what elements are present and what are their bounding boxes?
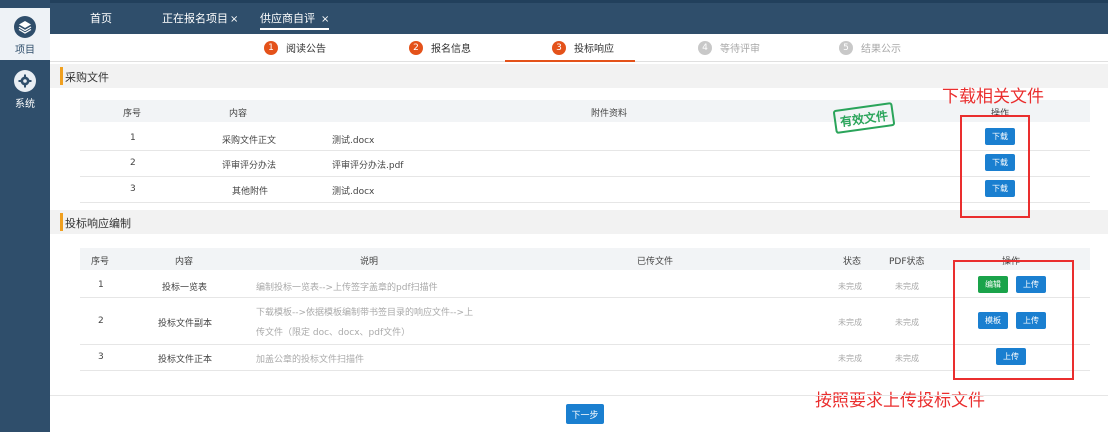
close-icon[interactable]: × (321, 14, 329, 25)
section-accent-bar (60, 67, 63, 85)
cell-desc: 传文件（限定 doc、docx、pdf文件） (256, 328, 411, 338)
col-header-uploaded: 已传文件 (637, 257, 674, 267)
step-2[interactable]: 2 报名信息 (409, 40, 471, 55)
step-label: 等待评审 (720, 44, 760, 55)
col-header-attachment: 附件资料 (591, 109, 628, 119)
col-header-content: 内容 (229, 109, 248, 119)
step-number: 1 (264, 40, 278, 55)
status-badge: 未完成 (838, 282, 862, 291)
row-divider (80, 176, 1090, 177)
status-badge: 未完成 (838, 318, 862, 327)
step-4: 4 等待评审 (698, 40, 760, 55)
cell-no: 2 (130, 158, 136, 168)
pdf-status-badge: 未完成 (895, 354, 919, 363)
section-title: 采购文件 (65, 71, 109, 84)
step-label: 报名信息 (431, 44, 471, 55)
row-divider (80, 344, 1090, 345)
tab-registering-projects[interactable]: 正在报名项目 × (162, 10, 238, 26)
cell-desc: 加盖公章的投标文件扫描件 (256, 355, 365, 365)
step-1[interactable]: 1 阅读公告 (264, 40, 326, 55)
row-divider (80, 150, 1090, 151)
gear-icon (14, 70, 36, 92)
step-label: 阅读公告 (286, 44, 326, 55)
cell-no: 3 (98, 352, 104, 362)
cell-content: 投标文件正本 (158, 355, 213, 365)
cell-desc: 下载模板-->依据模板编制带书签目录的响应文件-->上 (256, 308, 474, 318)
sidebar-item-label: 项目 (15, 45, 35, 56)
col-header-status: 状态 (843, 257, 862, 267)
row-divider (80, 370, 1090, 371)
top-tab-bar: 首页 正在报名项目 × 供应商自评 × (50, 0, 1108, 34)
download-annotation: 下载相关文件 (942, 87, 1044, 107)
section-accent-bar (60, 213, 63, 231)
col-header-pdf-status: PDF状态 (889, 257, 925, 267)
cell-content: 投标一览表 (162, 283, 208, 293)
cell-desc: 编制投标一览表-->上传签字盖章的pdf扫描件 (256, 283, 438, 293)
sidebar-item-label: 系统 (15, 99, 35, 110)
col-header-no: 序号 (123, 109, 142, 119)
cell-content: 其他附件 (232, 187, 269, 197)
col-header-no: 序号 (91, 257, 110, 267)
step-number: 2 (409, 40, 423, 55)
cell-content: 评审评分办法 (222, 161, 277, 171)
step-3[interactable]: 3 投标响应 (552, 40, 614, 55)
download-highlight-box (960, 115, 1030, 218)
close-icon[interactable]: × (230, 14, 238, 25)
cell-no: 1 (98, 280, 104, 290)
left-sidebar: 项目 系统 (0, 0, 50, 432)
cell-content: 投标文件副本 (158, 319, 213, 329)
step-number: 5 (839, 40, 853, 55)
step-number: 3 (552, 40, 566, 55)
tab-label: 供应商自评 (260, 12, 315, 25)
section-title: 投标响应编制 (65, 217, 131, 230)
pdf-status-badge: 未完成 (895, 282, 919, 291)
next-step-button[interactable]: 下一步 (566, 404, 604, 424)
progress-steps: 1 阅读公告 2 报名信息 3 投标响应 4 等待评审 5 结果公示 (50, 34, 1108, 62)
col-header-desc: 说明 (360, 257, 379, 267)
footer-divider (50, 395, 1108, 396)
tab-supplier-self-eval[interactable]: 供应商自评 × (260, 10, 330, 30)
upload-highlight-box (953, 260, 1074, 380)
step-5: 5 结果公示 (839, 40, 901, 55)
row-divider (80, 202, 1090, 203)
upload-annotation: 按照要求上传投标文件 (815, 391, 985, 411)
row-divider (80, 297, 1090, 298)
cell-no: 3 (130, 184, 136, 194)
step-label: 投标响应 (574, 44, 614, 55)
tab-label: 首页 (90, 12, 112, 25)
cell-no: 2 (98, 316, 104, 326)
sidebar-item-system[interactable]: 系统 (0, 70, 50, 110)
step-label: 结果公示 (861, 44, 901, 55)
active-step-indicator (505, 60, 635, 62)
sidebar-item-project[interactable]: 项目 (0, 8, 50, 60)
file-link[interactable]: 测试.docx (332, 133, 374, 146)
status-badge: 未完成 (838, 354, 862, 363)
tab-home[interactable]: 首页 (90, 10, 112, 26)
cell-content: 采购文件正文 (222, 136, 277, 146)
pdf-status-badge: 未完成 (895, 318, 919, 327)
file-link[interactable]: 测试.docx (332, 184, 374, 197)
layers-icon (14, 16, 36, 38)
response-table-header (80, 248, 1090, 270)
step-number: 4 (698, 40, 712, 55)
file-link[interactable]: 评审评分办法.pdf (332, 158, 403, 171)
section-response-header: 投标响应编制 (50, 210, 1108, 234)
tab-label: 正在报名项目 (162, 12, 228, 25)
col-header-content: 内容 (175, 257, 194, 267)
cell-no: 1 (130, 133, 136, 143)
